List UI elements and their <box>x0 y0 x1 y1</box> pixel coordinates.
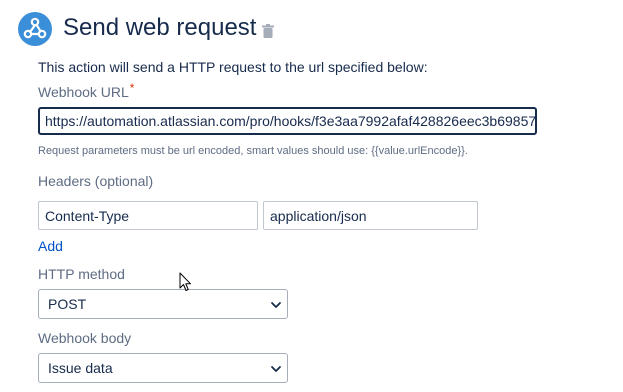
webhook-body-value: Issue data <box>48 360 113 376</box>
webhook-url-input[interactable]: https://automation.atlassian.com/pro/hoo… <box>38 107 537 135</box>
webhook-logo-icon <box>18 12 52 46</box>
chevron-down-icon <box>271 366 281 372</box>
webhook-url-label-text: Webhook URL <box>38 84 129 100</box>
http-method-select[interactable]: POST <box>38 289 288 319</box>
required-marker: * <box>129 81 135 95</box>
header-name-input[interactable] <box>38 201 258 230</box>
page-title: Send web request <box>63 14 257 41</box>
add-header-link[interactable]: Add <box>38 238 63 254</box>
headers-label: Headers (optional) <box>38 173 154 189</box>
http-method-value: POST <box>48 296 87 312</box>
url-encoding-hint: Request parameters must be url encoded, … <box>38 145 468 157</box>
webhook-url-label: Webhook URL* <box>38 81 135 100</box>
trash-icon[interactable] <box>262 24 274 43</box>
action-description: This action will send a HTTP request to … <box>38 59 428 75</box>
header-value-input[interactable] <box>263 201 478 230</box>
webhook-body-select[interactable]: Issue data <box>38 353 288 383</box>
http-method-label: HTTP method <box>38 266 125 282</box>
chevron-down-icon <box>271 302 281 308</box>
mouse-cursor-icon <box>179 272 192 298</box>
webhook-body-label: Webhook body <box>38 330 132 346</box>
